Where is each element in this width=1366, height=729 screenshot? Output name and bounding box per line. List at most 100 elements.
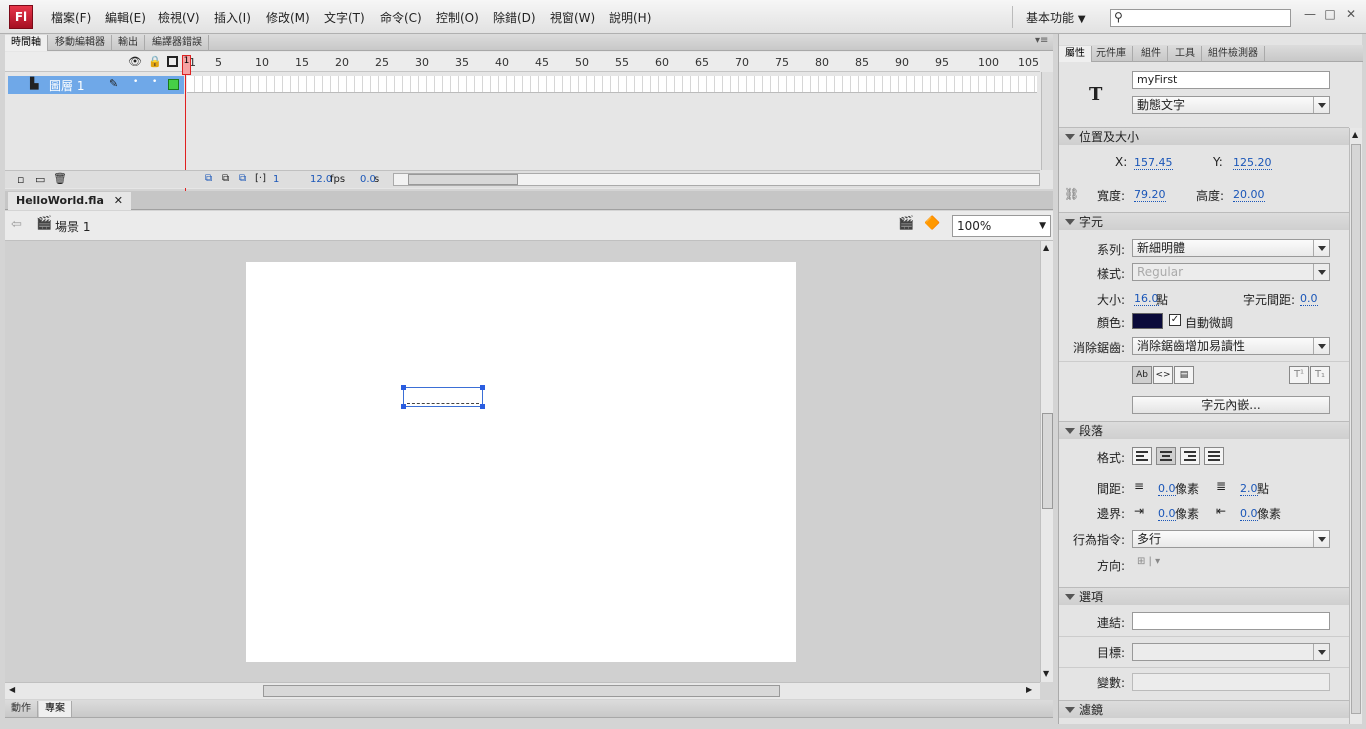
- tab-compiler-errors[interactable]: 編譯器錯誤: [146, 35, 209, 51]
- timeline-hscroll-thumb[interactable]: [408, 174, 518, 185]
- scroll-left-icon[interactable]: ◀: [9, 685, 15, 694]
- new-layer-icon[interactable]: ▫: [17, 173, 24, 186]
- onion-skin-icon[interactable]: ⧉: [205, 173, 212, 184]
- align-right-icon[interactable]: [1180, 447, 1200, 465]
- stage-vscroll[interactable]: ▲ ▼: [1040, 241, 1053, 682]
- current-frame-value[interactable]: 1: [273, 174, 279, 185]
- font-family-select[interactable]: 新細明體: [1132, 239, 1330, 257]
- line-spacing-value[interactable]: 2.0: [1240, 482, 1258, 496]
- props-vscroll-thumb[interactable]: [1351, 144, 1361, 714]
- lock-dot[interactable]: •: [152, 77, 157, 87]
- onion-outline-icon[interactable]: ⧉: [222, 173, 229, 184]
- timeline-ruler[interactable]: 1 5 10 15 20 25 30 35 40 45 50 55 60 65 …: [185, 52, 1039, 72]
- modify-markers-icon[interactable]: [·]: [255, 173, 266, 184]
- resize-handle[interactable]: [480, 404, 485, 409]
- subscript-icon[interactable]: T₁: [1310, 366, 1330, 384]
- menu-edit[interactable]: 編輯(E): [105, 9, 146, 26]
- menu-window[interactable]: 視窗(W): [550, 9, 595, 26]
- tab-properties[interactable]: 屬性: [1059, 46, 1092, 62]
- resize-handle[interactable]: [401, 385, 406, 390]
- lock-icon[interactable]: 🔒: [148, 55, 162, 68]
- maximize-button[interactable]: □: [1320, 7, 1340, 25]
- section-options[interactable]: 選項: [1059, 587, 1349, 605]
- edit-scene-icon[interactable]: 🎬: [898, 216, 914, 231]
- section-character[interactable]: 字元: [1059, 212, 1349, 230]
- zoom-select[interactable]: 100% ▼: [952, 215, 1051, 237]
- panel-menu-icon[interactable]: ▾≡: [1035, 35, 1048, 46]
- auto-kern-checkbox[interactable]: ✓: [1169, 314, 1181, 326]
- timeline-vscroll[interactable]: [1041, 72, 1053, 170]
- right-margin-value[interactable]: 0.0: [1240, 507, 1258, 521]
- text-type-select[interactable]: 動態文字: [1132, 96, 1330, 114]
- scene-label[interactable]: 場景 1: [55, 218, 90, 235]
- tab-motion-editor[interactable]: 移動編輯器: [49, 35, 112, 51]
- tab-actions[interactable]: 動作: [5, 701, 38, 717]
- menu-file[interactable]: 檔案(F): [51, 9, 91, 26]
- menu-commands[interactable]: 命令(C): [380, 9, 422, 26]
- tab-project[interactable]: 專案: [39, 701, 72, 717]
- color-swatch[interactable]: [1132, 313, 1163, 329]
- menu-control[interactable]: 控制(O): [436, 9, 479, 26]
- new-folder-icon[interactable]: ▭: [35, 173, 45, 186]
- stage-hscroll[interactable]: ◀ ▶: [5, 682, 1040, 699]
- justify-icon[interactable]: [1204, 447, 1224, 465]
- resize-handle[interactable]: [480, 385, 485, 390]
- outline-icon[interactable]: [167, 56, 178, 67]
- visibility-dot[interactable]: •: [133, 77, 138, 87]
- frame-grid[interactable]: [187, 76, 1037, 93]
- tab-timeline[interactable]: 時間軸: [5, 35, 48, 51]
- stage[interactable]: [246, 262, 796, 662]
- embed-characters-button[interactable]: 字元內嵌...: [1132, 396, 1330, 414]
- link-input[interactable]: [1132, 612, 1330, 630]
- y-value[interactable]: 125.20: [1233, 156, 1272, 170]
- letter-spacing-value[interactable]: 0.0: [1300, 292, 1318, 306]
- scroll-right-icon[interactable]: ▶: [1026, 685, 1032, 694]
- eye-icon[interactable]: 👁: [128, 55, 142, 68]
- playhead[interactable]: 1: [182, 55, 191, 75]
- render-html-icon[interactable]: <>: [1153, 366, 1173, 384]
- search-input[interactable]: ⚲: [1110, 9, 1291, 27]
- menu-modify[interactable]: 修改(M): [266, 9, 310, 26]
- menu-text[interactable]: 文字(T): [324, 9, 365, 26]
- fps-value[interactable]: 12.0: [310, 174, 332, 185]
- minimize-button[interactable]: —: [1300, 7, 1320, 25]
- close-icon[interactable]: ✕: [114, 194, 123, 207]
- tab-components[interactable]: 組件: [1135, 46, 1168, 62]
- text-direction-icon[interactable]: ⊞ | ▾: [1137, 556, 1160, 567]
- menu-insert[interactable]: 插入(I): [214, 9, 251, 26]
- stage-hscroll-thumb[interactable]: [263, 685, 780, 697]
- instance-name-input[interactable]: myFirst: [1132, 71, 1330, 89]
- antialias-select[interactable]: 消除鋸齒增加易讀性: [1132, 337, 1330, 355]
- workspace-switcher[interactable]: 基本功能 ▼: [1026, 9, 1086, 26]
- size-value[interactable]: 16.0: [1134, 292, 1159, 306]
- document-tab[interactable]: HelloWorld.fla ✕: [8, 192, 131, 210]
- props-vscroll[interactable]: ▲: [1349, 128, 1362, 724]
- timeline-hscroll[interactable]: [393, 173, 1040, 186]
- align-left-icon[interactable]: [1132, 447, 1152, 465]
- edit-multiple-frames-icon[interactable]: ⧉: [239, 173, 246, 184]
- selectable-icon[interactable]: Ab: [1132, 366, 1152, 384]
- dynamic-text-field[interactable]: [401, 385, 485, 409]
- trash-icon[interactable]: 🗑: [53, 172, 67, 185]
- show-border-icon[interactable]: ▤: [1174, 366, 1194, 384]
- back-arrow-icon[interactable]: ⇦: [11, 217, 22, 232]
- superscript-icon[interactable]: T¹: [1289, 366, 1309, 384]
- edit-symbols-icon[interactable]: 🔶: [924, 216, 940, 231]
- chain-link-icon[interactable]: ⛓: [1064, 187, 1079, 201]
- tab-component-inspector[interactable]: 組件檢測器: [1202, 46, 1265, 62]
- section-filters[interactable]: 濾鏡: [1059, 700, 1349, 718]
- close-button[interactable]: ✕: [1341, 7, 1361, 25]
- behavior-select[interactable]: 多行: [1132, 530, 1330, 548]
- menu-view[interactable]: 檢視(V): [158, 9, 200, 26]
- left-margin-value[interactable]: 0.0: [1158, 507, 1176, 521]
- layer-color-swatch[interactable]: [168, 79, 179, 90]
- tab-tools[interactable]: 工具: [1169, 46, 1202, 62]
- resize-handle[interactable]: [401, 404, 406, 409]
- scroll-up-icon[interactable]: ▲: [1043, 243, 1049, 252]
- scroll-up-icon[interactable]: ▲: [1352, 130, 1358, 139]
- width-value[interactable]: 79.20: [1134, 188, 1166, 202]
- layer-row[interactable]: ▙ 圖層 1 ✎ • •: [8, 76, 184, 94]
- scroll-down-icon[interactable]: ▼: [1043, 669, 1049, 678]
- align-center-icon[interactable]: [1156, 447, 1176, 465]
- layer-name[interactable]: 圖層 1: [49, 77, 84, 94]
